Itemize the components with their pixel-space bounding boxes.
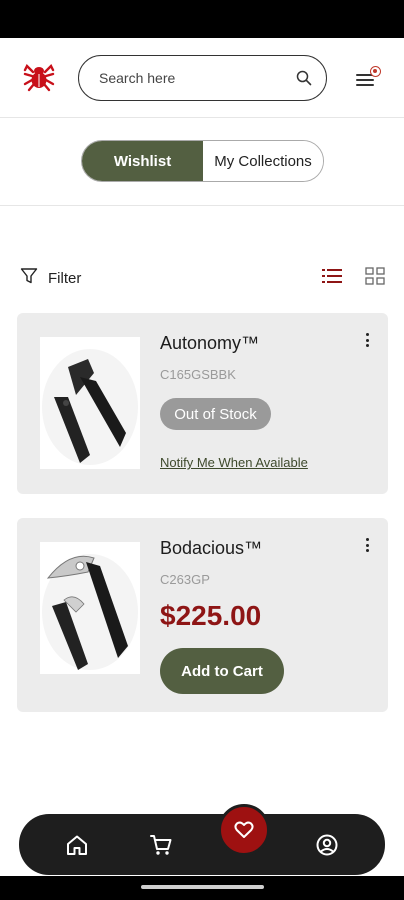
- out-of-stock-badge: Out of Stock: [160, 398, 271, 430]
- filter-toolbar: Filter: [0, 262, 404, 292]
- search-box[interactable]: [78, 55, 327, 101]
- product-card[interactable]: Bodacious™ C263GP $225.00 Add to Cart: [17, 518, 388, 712]
- search-input[interactable]: [99, 56, 289, 99]
- product-name[interactable]: Autonomy™: [160, 333, 259, 354]
- notification-dot: [370, 66, 381, 77]
- cart-icon[interactable]: [149, 833, 173, 857]
- filter-label[interactable]: Filter: [48, 270, 81, 287]
- bottom-navigation: [19, 814, 385, 875]
- product-image[interactable]: [40, 542, 140, 674]
- search-icon[interactable]: [296, 70, 312, 86]
- filter-icon[interactable]: [20, 267, 38, 285]
- tab-my-collections[interactable]: My Collections: [203, 141, 323, 181]
- home-indicator[interactable]: [141, 885, 264, 889]
- add-to-cart-button[interactable]: Add to Cart: [160, 648, 284, 694]
- status-bar: [0, 0, 404, 38]
- product-image[interactable]: [40, 337, 140, 469]
- knife-image-icon: [42, 554, 138, 670]
- tab-bar: Wishlist My Collections: [0, 118, 404, 206]
- more-options-icon[interactable]: [364, 538, 370, 554]
- segmented-control: Wishlist My Collections: [81, 140, 324, 182]
- product-name[interactable]: Bodacious™: [160, 538, 262, 559]
- spider-logo-icon[interactable]: [22, 60, 56, 94]
- wishlist-nav-button[interactable]: [218, 804, 270, 856]
- grid-view-icon[interactable]: [365, 267, 385, 285]
- product-price: $225.00: [160, 600, 262, 631]
- account-icon[interactable]: [315, 833, 339, 857]
- heart-icon: [234, 821, 254, 838]
- tab-wishlist[interactable]: Wishlist: [82, 141, 203, 181]
- product-sku: C165GSBBK: [160, 367, 236, 382]
- notify-me-link[interactable]: Notify Me When Available: [160, 455, 308, 470]
- app-header: [0, 38, 404, 118]
- home-icon[interactable]: [65, 833, 89, 857]
- product-sku: C263GP: [160, 572, 210, 587]
- menu-button[interactable]: [355, 66, 381, 90]
- more-options-icon[interactable]: [364, 333, 370, 349]
- product-card[interactable]: Autonomy™ C165GSBBK Out of Stock Notify …: [17, 313, 388, 494]
- knife-image-icon: [42, 349, 138, 465]
- list-view-icon[interactable]: [322, 267, 342, 285]
